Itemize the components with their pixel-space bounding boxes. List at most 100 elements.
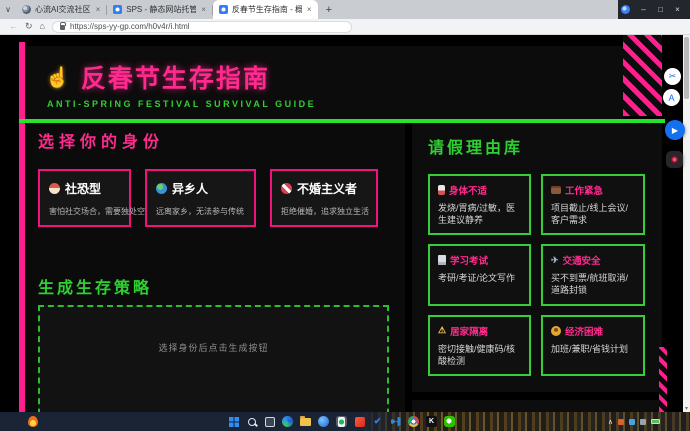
- money-icon: [551, 326, 561, 336]
- battery-icon[interactable]: [651, 419, 660, 424]
- scrollbar-thumb[interactable]: [684, 37, 689, 99]
- tray-chevron-icon[interactable]: ∧: [608, 418, 613, 426]
- section-gap: [412, 392, 662, 400]
- page-title: 反春节生存指南: [81, 59, 270, 95]
- tab1-title: 心流AI交流社区: [35, 4, 91, 15]
- red-app-icon: [355, 417, 365, 427]
- identity-heading: 选择你的身份: [38, 133, 405, 153]
- identity-card-title: 社恐型: [65, 180, 101, 197]
- excuse-desc: 项目截止/线上会议/客户需求: [551, 202, 635, 226]
- identity-card-title: 异乡人: [172, 180, 208, 197]
- new-tab-button[interactable]: +: [326, 4, 332, 16]
- identity-card-title: 不婚主义者: [297, 180, 357, 197]
- assistant-icon: ▶: [672, 126, 678, 135]
- excuse-cards: 身体不适 发烧/胃病/过敏，医生建议静养 工作紧急 项目截止/线上会议/客户需求…: [428, 174, 662, 376]
- taskbar-search-button[interactable]: [246, 416, 257, 427]
- decor-stripes-bottom-right: [659, 347, 667, 412]
- no-entry-icon: [281, 183, 292, 194]
- system-tray: ∧: [608, 412, 660, 431]
- home-icon[interactable]: ⌂: [40, 22, 45, 31]
- identity-card-social-anxiety[interactable]: 社恐型 害怕社交场合，需要独处空间: [38, 169, 131, 227]
- refresh-icon[interactable]: ↻: [25, 22, 33, 31]
- back-icon[interactable]: ←: [9, 22, 18, 31]
- search-icon: [248, 418, 256, 426]
- page-scrollbar[interactable]: ▾: [683, 35, 690, 412]
- excuse-desc: 密切接触/健康码/核酸检测: [438, 343, 521, 367]
- excuse-section: 请假理由库 身体不适 发烧/胃病/过敏，医生建议静养 工作紧急 项目截止/线上会…: [412, 123, 662, 392]
- excuse-card-money[interactable]: 经济困难 加班/兼职/省钱计划: [541, 315, 645, 376]
- scared-face-icon: [49, 183, 60, 194]
- scissors-icon: ✂: [669, 71, 677, 82]
- briefcase-icon: [551, 186, 561, 194]
- folder-icon: [300, 418, 311, 426]
- flame-widget-icon[interactable]: [28, 416, 38, 427]
- strategy-output-box: 选择身份后点击生成按钮: [38, 305, 389, 412]
- page-header: ☝ 反春节生存指南 ANTI-SPRING FESTIVAL SURVIVAL …: [25, 46, 623, 119]
- excuse-card-sick[interactable]: 身体不适 发烧/胃病/过敏，医生建议静养: [428, 174, 531, 235]
- url-text: https://sps-yy-gp.com/h0v4r/i.html: [70, 22, 190, 31]
- tray-app-icon[interactable]: [618, 419, 624, 425]
- identity-card-away-from-home[interactable]: 异乡人 远离家乡，无法参与传统: [145, 169, 256, 227]
- browser-assistant-button[interactable]: ▶: [665, 120, 685, 140]
- excuse-heading: 请假理由库: [428, 139, 662, 159]
- windows-taskbar: ✔ K ∧: [0, 412, 690, 431]
- excuse-title: 学习考试: [450, 253, 488, 267]
- windows-start-button[interactable]: [228, 416, 239, 427]
- translate-icon: A: [668, 93, 674, 103]
- minimize-button[interactable]: –: [635, 5, 652, 14]
- memo-icon: [438, 255, 446, 265]
- browser-profile-icon[interactable]: [621, 5, 630, 14]
- tab-sps-hosting[interactable]: SPS - 静态网站托管服务 ×: [107, 0, 212, 19]
- input-method-icon[interactable]: [640, 419, 646, 425]
- vscode-button[interactable]: [390, 416, 401, 427]
- task-view-button[interactable]: [264, 416, 275, 427]
- tray-app-icon[interactable]: [629, 419, 635, 425]
- task-view-icon: [265, 417, 275, 427]
- tab2-title: SPS - 静态网站托管服务: [126, 4, 196, 15]
- close-button[interactable]: ×: [669, 5, 686, 14]
- browser-taskbar-button[interactable]: [318, 416, 329, 427]
- identity-card-anti-marriage[interactable]: 不婚主义者 拒绝催婚，追求独立生活: [270, 169, 378, 227]
- tab2-close-icon[interactable]: ×: [201, 5, 206, 14]
- tab-search-chevron-icon[interactable]: ∨: [0, 5, 16, 14]
- excuse-card-transport[interactable]: ✈交通安全 买不到票/航班取消/道路封锁: [541, 244, 645, 305]
- scrollbar-down-arrow[interactable]: ▾: [683, 405, 690, 412]
- excuse-card-study[interactable]: 学习考试 考研/考证/论文写作: [428, 244, 531, 305]
- browser-tab-strip: ∨ 心流AI交流社区 × SPS - 静态网站托管服务 × 反春节生存指南 - …: [0, 0, 690, 19]
- tab1-close-icon[interactable]: ×: [96, 5, 101, 14]
- excuse-card-work[interactable]: 工作紧急 项目截止/线上会议/客户需求: [541, 174, 645, 235]
- chrome-button[interactable]: [408, 416, 419, 427]
- chrome-icon: [408, 416, 419, 427]
- pinned-app-red-button[interactable]: [354, 416, 365, 427]
- excuse-desc: 加班/兼职/省钱计划: [551, 343, 635, 355]
- excuse-title: 交通安全: [563, 253, 601, 267]
- tab-xinliu-community[interactable]: 心流AI交流社区 ×: [16, 0, 106, 19]
- middle-finger-icon: ☝: [45, 65, 70, 90]
- excuse-card-quarantine[interactable]: ⚠居家隔离 密切接触/健康码/核酸检测: [428, 315, 531, 376]
- screenshot-tool-button[interactable]: ✂: [664, 68, 681, 85]
- edge-taskbar-button[interactable]: [282, 416, 293, 427]
- globe-icon: [156, 183, 167, 194]
- keep-app-button[interactable]: K: [426, 416, 437, 427]
- translate-tool-button[interactable]: A: [663, 89, 680, 106]
- tab3-close-icon[interactable]: ×: [307, 5, 312, 14]
- tab-survival-guide-active[interactable]: 反春节生存指南 - 概念艺术 ×: [213, 0, 318, 19]
- tab1-favicon: [22, 5, 31, 14]
- tab3-favicon: [219, 5, 228, 14]
- decor-stripes-top-right: [623, 35, 662, 116]
- maximize-button[interactable]: □: [652, 5, 669, 14]
- taskbar-center-icons: ✔ K: [228, 412, 455, 431]
- identity-card-desc: 害怕社交场合，需要独处空间: [49, 206, 120, 217]
- active-app-button[interactable]: [336, 416, 347, 427]
- url-field[interactable]: https://sps-yy-gp.com/h0v4r/i.html: [52, 21, 352, 33]
- hotlist-icon: [671, 156, 678, 163]
- excuse-title: 工作紧急: [565, 183, 603, 197]
- wechat-button[interactable]: [444, 416, 455, 427]
- window-controls: – □ ×: [618, 0, 690, 19]
- vscode-icon: [391, 417, 401, 427]
- excuse-desc: 买不到票/航班取消/道路封锁: [551, 272, 635, 296]
- thermometer-icon: [438, 185, 445, 195]
- file-explorer-button[interactable]: [300, 416, 311, 427]
- hotlist-widget-button[interactable]: [666, 151, 683, 168]
- todo-app-button[interactable]: ✔: [372, 416, 383, 427]
